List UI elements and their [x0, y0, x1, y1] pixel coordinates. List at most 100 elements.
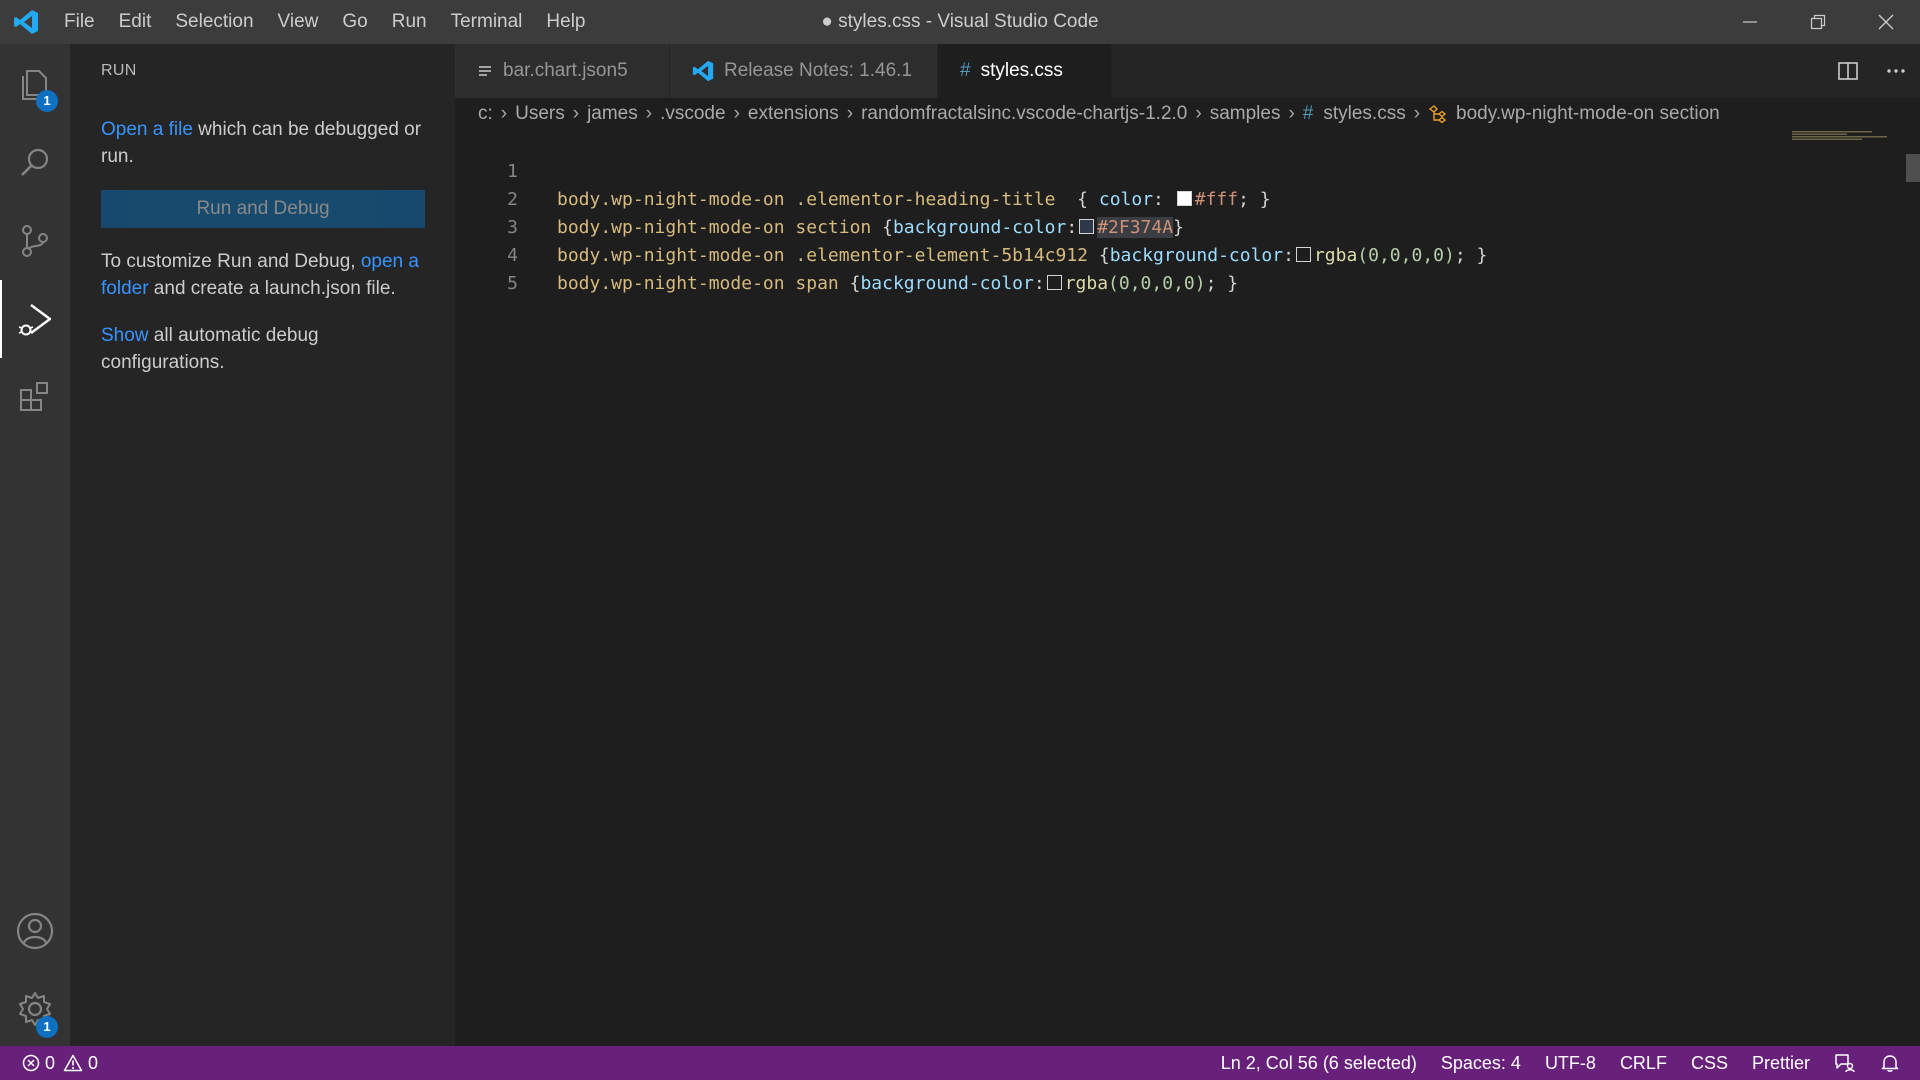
menu-file[interactable]: File — [52, 0, 107, 44]
menu-bar: File Edit Selection View Go Run Terminal… — [52, 0, 598, 44]
sidebar-title: RUN — [101, 62, 137, 79]
brace: { — [849, 273, 861, 294]
breadcrumb-item[interactable]: c: — [478, 103, 493, 125]
menu-edit[interactable]: Edit — [107, 0, 164, 44]
vscode-logo-icon — [0, 0, 52, 44]
breadcrumb-item[interactable]: extensions — [748, 103, 839, 125]
open-file-link[interactable]: Open a file — [101, 119, 193, 140]
color-swatch[interactable] — [1079, 219, 1095, 234]
chevron-right-icon: › — [1195, 103, 1202, 124]
encoding[interactable]: UTF-8 — [1533, 1046, 1608, 1080]
css-property: background-color — [892, 217, 1067, 238]
css-selector: body.wp-night-mode-on .elementor-element… — [557, 245, 1099, 266]
css-value: #fff — [1194, 189, 1239, 210]
css-property: color — [1098, 189, 1154, 210]
formatter[interactable]: Prettier — [1740, 1046, 1822, 1080]
code-line: 3 body.wp-night-mode-on .elementor-eleme… — [455, 186, 1487, 266]
hash-icon: # — [960, 60, 971, 81]
color-swatch[interactable] — [1176, 191, 1192, 206]
minimap[interactable] — [1792, 130, 1902, 140]
brace: { — [1098, 245, 1110, 266]
colon: : — [1283, 245, 1294, 266]
bell-icon — [1881, 1055, 1899, 1072]
split-editor-icon — [1838, 62, 1858, 80]
show-configs-paragraph: Show all automatic debug configurations. — [101, 322, 431, 376]
chevron-right-icon: › — [1288, 103, 1295, 124]
restore-icon — [1810, 14, 1826, 30]
warning-count: 0 — [88, 1052, 99, 1073]
css-selector: body.wp-night-mode-on .elementor-heading… — [557, 189, 1078, 210]
manage-button[interactable]: 1 — [0, 970, 70, 1048]
tab-release-notes[interactable]: Release Notes: 1.46.1 — [670, 44, 938, 98]
close-window-button[interactable] — [1852, 0, 1920, 44]
menu-view[interactable]: View — [266, 0, 331, 44]
hash-icon: # — [1302, 103, 1314, 124]
code-line: 1 body.wp-night-mode-on .elementor-headi… — [455, 130, 1270, 210]
run-debug-icon — [18, 304, 52, 336]
source-control-icon — [22, 225, 48, 257]
breadcrumb-item[interactable]: .vscode — [660, 103, 725, 125]
scrollbar-thumb[interactable] — [1906, 154, 1920, 182]
accounts-button[interactable] — [0, 892, 70, 970]
brace: { — [882, 217, 893, 238]
breadcrumb-item[interactable]: styles.css — [1323, 103, 1405, 125]
color-swatch[interactable] — [1046, 275, 1062, 290]
menu-terminal[interactable]: Terminal — [439, 0, 535, 44]
feedback-icon — [1835, 1054, 1855, 1073]
vscode-logo-icon — [692, 60, 714, 82]
menu-run[interactable]: Run — [380, 0, 439, 44]
search-button[interactable] — [0, 124, 70, 202]
extensions-button[interactable] — [0, 358, 70, 436]
warning-icon — [63, 1054, 83, 1072]
explorer-button[interactable]: 1 — [0, 46, 70, 124]
more-actions-button[interactable] — [1872, 44, 1920, 98]
menu-selection[interactable]: Selection — [163, 0, 265, 44]
menu-help[interactable]: Help — [534, 0, 597, 44]
color-swatch[interactable] — [1295, 247, 1311, 262]
account-icon — [16, 912, 54, 950]
indentation[interactable]: Spaces: 4 — [1429, 1046, 1533, 1080]
code-editor[interactable]: 1 body.wp-night-mode-on .elementor-headi… — [455, 130, 1920, 1046]
css-selector: body.wp-night-mode-on span — [557, 273, 850, 294]
brace: } — [1173, 217, 1184, 238]
brace: ; } — [1238, 189, 1271, 210]
code-line: 4 body.wp-night-mode-on span {background… — [455, 214, 1238, 294]
feedback-button[interactable] — [1822, 1046, 1868, 1080]
tab-label: bar.chart.json5 — [503, 60, 628, 81]
css-function: rgba — [1313, 245, 1358, 266]
chevron-right-icon: › — [500, 103, 508, 124]
run-and-debug-button-primary[interactable]: Run and Debug — [101, 190, 425, 228]
customize-text: To customize Run and Debug, — [101, 251, 361, 272]
breadcrumb-symbol[interactable]: body.wp-night-mode-on section — [1456, 103, 1720, 125]
breadcrumb-item[interactable]: samples — [1210, 103, 1281, 125]
minimize-icon — [1743, 21, 1757, 23]
notifications-button[interactable] — [1868, 1046, 1920, 1080]
tab-styles-css[interactable]: # styles.css — [938, 44, 1112, 98]
restore-button[interactable] — [1784, 0, 1852, 44]
show-link[interactable]: Show — [101, 325, 149, 346]
menu-go[interactable]: Go — [330, 0, 379, 44]
status-bar: 0 0 Ln 2, Col 56 (6 selected) Spaces: 4 … — [0, 1046, 1920, 1080]
breadcrumb: c: › Users › james › .vscode › extensions › r… — [455, 98, 1920, 130]
editor-actions — [1824, 44, 1920, 98]
cursor-position[interactable]: Ln 2, Col 56 (6 selected) — [1209, 1046, 1429, 1080]
run-and-debug-button[interactable] — [0, 280, 70, 358]
customize-rest-text: and create a launch.json file. — [148, 278, 396, 299]
line-ending[interactable]: CRLF — [1608, 1046, 1679, 1080]
colon: : — [1033, 273, 1045, 294]
problems-indicator[interactable]: 0 0 — [22, 1046, 110, 1080]
tab-bar-chart-json5[interactable]: bar.chart.json5 — [455, 44, 670, 98]
lines-icon — [477, 63, 493, 79]
split-editor-button[interactable] — [1824, 44, 1872, 98]
line-number: 5 — [507, 273, 518, 294]
breadcrumb-item[interactable]: randomfractalsinc.vscode-chartjs-1.2.0 — [861, 103, 1187, 125]
language-mode[interactable]: CSS — [1679, 1046, 1740, 1080]
source-control-button[interactable] — [0, 202, 70, 280]
open-file-paragraph: Open a file which can be debugged or run… — [101, 116, 431, 170]
chevron-right-icon: › — [572, 103, 580, 124]
breadcrumb-item[interactable]: james — [587, 103, 638, 125]
css-property: background-color — [860, 273, 1034, 294]
css-function-args: (0,0,0,0) — [1357, 245, 1455, 266]
minimize-button[interactable] — [1716, 0, 1784, 44]
breadcrumb-item[interactable]: Users — [515, 103, 565, 125]
